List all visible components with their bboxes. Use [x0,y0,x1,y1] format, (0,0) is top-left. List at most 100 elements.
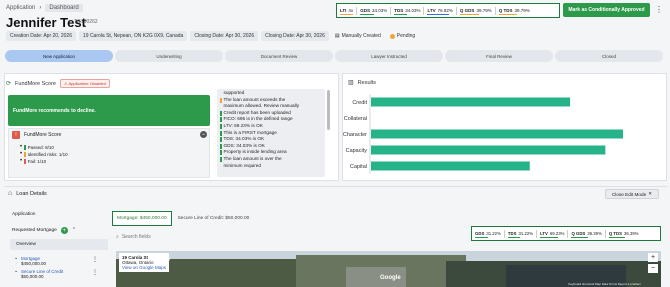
reasons-scrollbar[interactable] [327,90,330,130]
collapse-icon[interactable]: − [200,131,207,138]
ratio-indicator-bar [360,13,374,15]
results-chart: Credit Collateral Character Capacity Capital [343,94,623,174]
bottom-ratio-q-gds: Q GDS 36.39% [571,229,602,238]
more-vertical-icon[interactable]: ⋮ [92,269,98,276]
reason-marker [220,150,222,156]
ratio-value: 31.22% [518,231,534,236]
stage-new-application[interactable]: New Application [5,50,113,62]
reason-marker [220,104,222,109]
bar-chart-icon: ▥ [348,80,354,86]
chevron-down-icon[interactable]: ⌄ [14,269,18,279]
top-ratios-bar: LTI 4x GDS 34.03% TDS 34.03% LTV 76.92% Q GDS 39.… [336,3,560,18]
bottom-ratio-gds: GDS 31.22% [475,229,501,238]
map-pin-icon: ⚲ [166,258,171,264]
ratio-value: 34.03% [371,8,388,13]
reason-item: GDS: 34.03% is OK [220,143,322,150]
ratio-separator [604,229,606,238]
ratio-label: LTI [340,8,347,13]
property-address: 19 Carola St, Nepean, ON K2G 0X9, Canada [79,31,188,41]
reason-item: TDS: 34.03% is OK [220,136,322,143]
reason-marker [220,130,222,136]
reason-marker [220,164,222,169]
stage-document-review[interactable]: Document Review [225,50,333,62]
reason-marker [220,137,222,143]
search-icon: ⌕ [116,234,119,240]
status-badge: Pending [387,31,418,41]
close-edit-mode-button[interactable]: Close Edit Mode ✕ [605,189,659,199]
ratio-indicator-bar [427,13,450,15]
reason-item: Credit report has been uploaded [220,110,322,117]
tab-secure-line-of-credit[interactable]: Secure Line of Credit: $50,000.00 [172,212,256,225]
bullet-icon: • [20,158,23,164]
sidebar-overview[interactable]: Overview [10,239,108,250]
reason-text: This is a FIRST mortgage [223,129,277,135]
ratio-indicator-bar [498,13,518,15]
google-logo: Google [380,275,401,281]
sidebar-application[interactable]: Application [12,212,35,217]
disabled-label: Application: Disabled [68,81,106,86]
application-disabled-badge[interactable]: ⚠ Application: Disabled [60,79,110,88]
reason-item: Property is inside lending area [220,149,322,156]
chart-category-label: Capacity [346,148,368,154]
reason-item: supported [220,90,322,97]
add-icon[interactable]: + [60,227,68,234]
score-reasons-list: supported The loan amount exceeds the maxi… [217,89,325,177]
ratio-indicator-bar [340,13,353,15]
ratio-label: Q GDS [571,231,586,236]
chevron-down-icon[interactable]: ⌄ [14,256,18,266]
stage-final-review[interactable]: Final Review [445,50,553,62]
ratio-separator [455,6,457,15]
bullet-icon: • [20,151,23,157]
ratio-label: Q TDS [608,231,623,236]
ratio-indicator-bar [507,236,521,238]
more-vertical-icon[interactable]: ⋮ [92,256,98,263]
breadcrumb-application[interactable]: Application [6,5,35,11]
ratio-separator [494,6,496,15]
ratio-label: LTV [540,231,548,236]
street-view-map[interactable]: 19 Carola St Ottawa, Ontario View on Goo… [116,251,661,287]
score-flag-icon: ! [12,131,20,139]
ratio-indicator-bar [459,13,479,15]
stage-underwriting[interactable]: Underwriting [115,50,223,62]
passed-item: • Passed: 8/10 [20,144,68,151]
map-link[interactable]: View on Google Maps [122,265,166,270]
sidebar-requested-mortgage[interactable]: Requested Mortgage + ⌃ [12,227,76,234]
breadcrumb-dashboard[interactable]: Dashboard [45,4,83,12]
chart-bar-character [371,129,623,139]
more-vertical-icon[interactable]: ⋮ [655,5,663,14]
ratio-label: GDS [360,8,370,13]
stage-closed[interactable]: Closed [555,50,663,62]
ratio-indicator-bar [475,236,488,238]
bottom-ratio-ltv: LTV 69.23% [540,229,564,238]
zoom-out-icon[interactable]: − [648,264,658,273]
stage-lawyer-instructed[interactable]: Lawyer Instructed [335,50,443,62]
ratio-value: 39.79% [476,8,492,13]
ratio-separator [536,229,538,238]
recommendation-banner: FundMore recommends to decline. [8,95,210,126]
ratio-separator [423,6,425,15]
search-placeholder: Search fields [121,234,151,240]
sidebar-mortgage-1[interactable]: ⌄ Mortgage $450,000.00 [14,256,46,266]
reason-text: Property is inside lending area [223,149,287,155]
zoom-in-icon[interactable]: + [648,253,658,262]
fundmore-header: ⟳ FundMore Score ⚠ Application: Disabled [6,79,110,88]
conditionally-approve-button[interactable]: Mark as Conditionally Approved [563,3,650,17]
sidebar-mortgage-2[interactable]: ⌄ Secure Line of Credit $50,000.00 [14,269,63,279]
stage-tracker: New Application Underwriting Document Re… [5,50,663,62]
manually-created-label: Manually Created [341,33,381,39]
reason-text: supported [223,90,245,95]
ratio-value: 34.03% [405,8,421,13]
search-field[interactable]: ⌕ Search fields [116,232,466,242]
ratio-label: LTV [427,8,436,13]
mortgage-tabs: Mortgage: $450,000.00 Secure Line of Cre… [112,209,255,227]
reason-text: TDS: 34.03% is OK [223,136,265,142]
reason-item: The loan amount exceeds the [220,97,322,104]
reason-marker [220,143,222,149]
bottom-ratio-q-tds: Q TDS 36.39% [608,229,639,238]
chevron-up-icon[interactable]: ⌃ [72,228,76,233]
ratio-value: 76.92% [437,8,453,13]
chart-category-label: Collateral [344,116,367,122]
tab-mortgage[interactable]: Mortgage: $450,000.00 [112,210,172,226]
top-ratio-tds: TDS 34.03% [394,6,420,15]
ratio-label: Q GDS [459,8,475,13]
